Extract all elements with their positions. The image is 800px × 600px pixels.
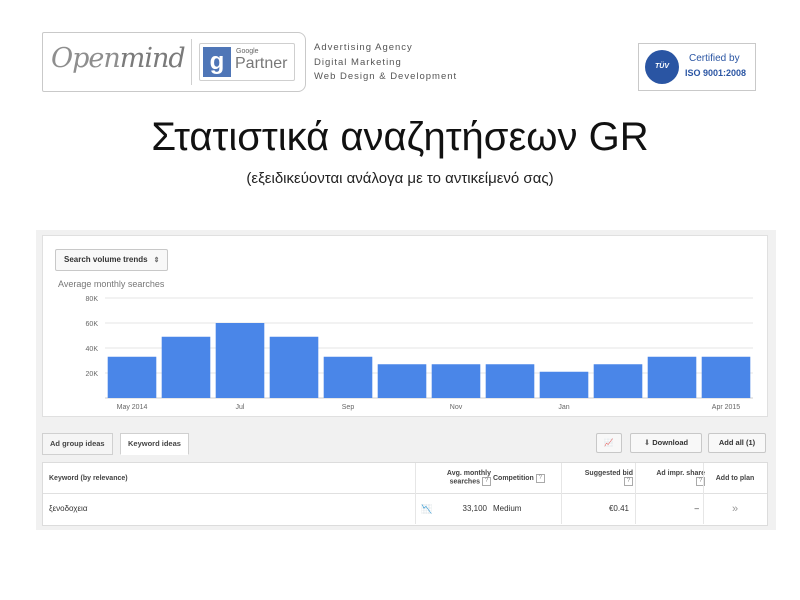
x-tick-label: Jan [558, 404, 569, 411]
x-tick-label: Apr 2015 [712, 404, 741, 411]
page-title: Στατιστικά αναζητήσεων GR [151, 115, 649, 159]
openmind-logo-box: Openmind g Google Partner [42, 32, 306, 92]
tab-ad-group-ideas[interactable]: Ad group ideas [42, 433, 113, 455]
tabs-row: Ad group ideas Keyword ideas 📈 ⬇ Downloa… [42, 433, 766, 455]
chart-card: Search volume trends ⇕ Average monthly se… [42, 235, 768, 417]
bar [647, 356, 697, 398]
search-volume-chart: 20K 40K 60K 80K May 2014 Jul Sep Nov Jan Apr 2015 [86, 296, 753, 411]
competition-cell: Medium [493, 504, 522, 513]
x-tick-label: May 2014 [117, 404, 148, 411]
col-suggested-bid[interactable]: Suggested bid? [565, 463, 633, 493]
bar [215, 323, 265, 398]
help-icon[interactable]: ? [535, 473, 545, 483]
iso-certification-badge: TÜV Certified by ISO 9001:2008 [638, 43, 756, 91]
add-all-button[interactable]: Add all (1) [708, 433, 766, 453]
bid-cell: €0.41 [608, 504, 629, 513]
col-competition[interactable]: Competition? [493, 463, 563, 493]
keyword-planner-screenshot: Search volume trends ⇕ Average monthly se… [36, 230, 776, 530]
keyword-cell: ξενοδοχεια [49, 504, 88, 513]
x-tick-label: Sep [342, 404, 355, 411]
bar [539, 371, 589, 398]
agency-line-1: Advertising Agency [314, 42, 413, 53]
column-divider [561, 463, 562, 524]
partner-text: Partner [235, 55, 288, 72]
col-add-to-plan: Add to plan [715, 474, 755, 482]
bar [377, 364, 427, 398]
col-avg-monthly-searches[interactable]: Avg. monthly searches? [421, 463, 491, 493]
google-small-text: Google [236, 48, 259, 55]
col-ad-impr-share[interactable]: Ad impr. share? [639, 463, 705, 493]
download-button[interactable]: ⬇ Download [630, 433, 702, 453]
trend-sparkline-icon[interactable]: 📉 [421, 494, 432, 524]
y-tick-label: 80K [86, 296, 99, 303]
help-icon[interactable]: ? [624, 477, 633, 486]
help-icon[interactable]: ? [482, 477, 491, 486]
bar [431, 364, 481, 398]
bar [593, 364, 643, 398]
logo-divider [191, 39, 192, 85]
chart-toggle-button[interactable]: 📈 [596, 433, 622, 453]
bar [269, 336, 319, 398]
tab-keyword-ideas[interactable]: Keyword ideas [120, 433, 189, 455]
y-tick-label: 40K [86, 346, 99, 353]
searches-cell: 33,100 [462, 504, 487, 513]
column-divider [703, 463, 704, 524]
bar [323, 356, 373, 398]
avg-header-line1: Avg. monthly [446, 470, 491, 477]
page-subtitle: (εξειδικεύονται ανάλογα με το αντικείμεν… [246, 170, 554, 187]
add-to-plan-button[interactable]: » [707, 494, 763, 524]
google-partner-badge: g Google Partner [199, 43, 295, 81]
competition-header: Competition [493, 474, 534, 482]
agency-line-3: Web Design & Development [314, 71, 458, 82]
bar [485, 364, 535, 398]
x-tick-label: Jul [236, 404, 245, 411]
x-tick-label: Nov [450, 404, 463, 411]
bar [107, 356, 157, 398]
column-divider [415, 463, 416, 524]
share-header: Ad impr. share [656, 470, 705, 477]
tuv-seal-icon: TÜV [645, 50, 679, 84]
col-keyword[interactable]: Keyword (by relevance) [49, 463, 249, 493]
line-chart-icon: 📈 [604, 438, 614, 447]
share-cell: – [694, 504, 699, 513]
agency-description: Advertising Agency Digital Marketing Web… [314, 41, 457, 85]
openmind-logo: Openmind [51, 43, 186, 74]
download-label: Download [652, 438, 689, 447]
agency-line-2: Digital Marketing [314, 56, 402, 68]
iso-standard-text: ISO 9001:2008 [685, 68, 747, 78]
keyword-table: Keyword (by relevance) Avg. monthly searc… [42, 462, 768, 526]
bar [701, 356, 751, 398]
iso-certified-text: Certified by [689, 53, 740, 64]
bar [161, 336, 211, 398]
google-g-icon: g [203, 47, 231, 77]
column-divider [635, 463, 636, 524]
y-tick-label: 20K [86, 371, 99, 378]
y-tick-label: 60K [86, 321, 99, 328]
avg-header-line2: searches [449, 478, 480, 486]
bid-header: Suggested bid [584, 470, 633, 477]
download-icon: ⬇ [643, 438, 651, 447]
